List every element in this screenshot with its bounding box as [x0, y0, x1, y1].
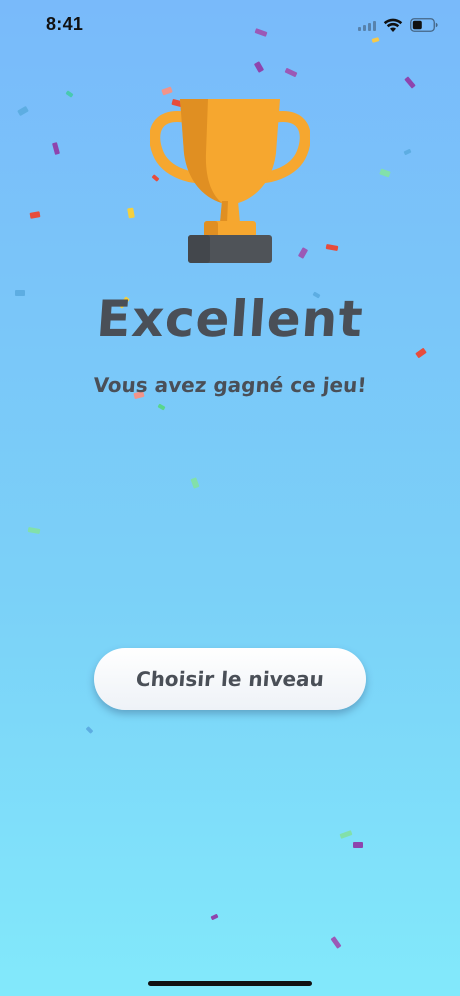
home-indicator[interactable] — [148, 981, 312, 986]
confetti-piece — [415, 347, 427, 359]
confetti-piece — [65, 90, 74, 98]
status-bar: 8:41 — [0, 0, 460, 50]
confetti-piece — [52, 142, 60, 155]
confetti-piece — [85, 726, 94, 734]
confetti-piece — [379, 168, 391, 178]
confetti-piece — [325, 243, 339, 252]
confetti-piece — [404, 76, 416, 89]
battery-icon — [410, 18, 438, 32]
confetti-piece — [17, 105, 29, 117]
status-time: 8:41 — [46, 14, 84, 34]
confetti-piece — [353, 842, 363, 848]
confetti-piece — [284, 67, 298, 78]
confetti-piece — [127, 207, 135, 219]
trophy-icon — [149, 95, 311, 265]
result-title: Excellent — [94, 290, 366, 348]
confetti-piece — [330, 936, 342, 949]
confetti-piece — [210, 913, 219, 921]
win-screen: 8:41 Excellent Vous avez gagné ce jeu! C… — [0, 0, 460, 996]
confetti-piece — [157, 403, 166, 411]
choose-level-button[interactable]: Choisir le niveau — [94, 648, 366, 710]
result-subtitle: Vous avez gagné ce jeu! — [92, 373, 368, 397]
confetti-piece — [339, 830, 353, 839]
status-indicators — [358, 15, 438, 35]
confetti-piece — [29, 211, 41, 219]
wifi-icon — [383, 18, 403, 33]
confetti-piece — [190, 477, 200, 489]
confetti-piece — [403, 148, 412, 156]
choose-level-label: Choisir le niveau — [135, 667, 325, 691]
confetti-piece — [253, 61, 265, 73]
cellular-signal-icon — [358, 19, 376, 31]
confetti-piece — [27, 526, 41, 535]
